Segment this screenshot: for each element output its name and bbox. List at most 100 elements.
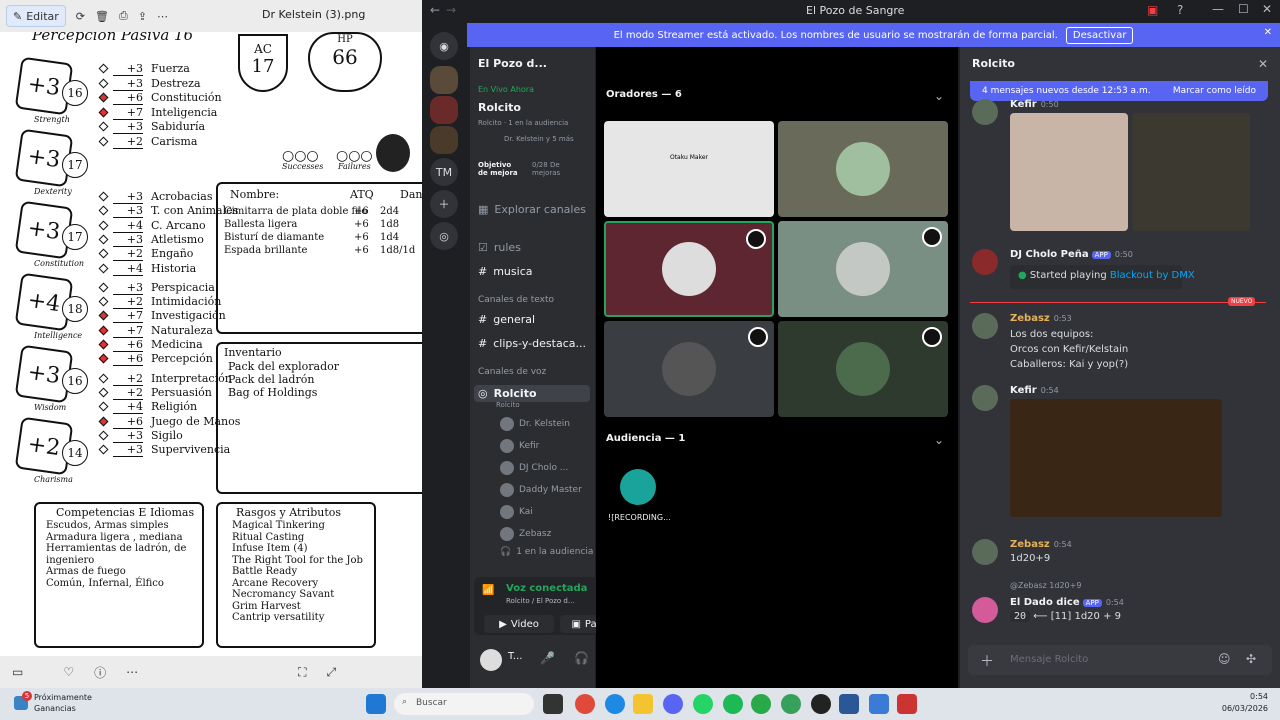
help-icon[interactable]: ?	[1177, 3, 1183, 17]
taskbar-search[interactable]: ⌕ Buscar	[394, 693, 534, 715]
skill-row: +3 Sigilo	[98, 429, 183, 443]
skill-name: Investigación	[151, 309, 226, 323]
spotify-icon[interactable]	[723, 694, 743, 714]
attach-plus-icon[interactable]: ＋	[980, 651, 994, 671]
app-icon-2[interactable]	[781, 694, 801, 714]
server-name-label: El Pozo d...	[478, 57, 547, 70]
voice-user[interactable]: DJ Cholo ...	[500, 461, 568, 475]
forward-arrow-icon[interactable]: →	[446, 3, 456, 17]
ability-score-value: 17	[62, 224, 88, 250]
speaker-tile-2[interactable]	[778, 121, 948, 217]
voice-connected-label[interactable]: Voz conectada	[506, 583, 587, 594]
proficiency-diamond-icon	[98, 121, 109, 132]
speaker-tile-5[interactable]	[604, 321, 774, 417]
collapse-speakers-icon[interactable]: ⌄	[934, 89, 944, 103]
discord-taskbar-icon[interactable]	[663, 694, 683, 714]
app-icon-1[interactable]	[751, 694, 771, 714]
close-window-icon[interactable]: ✕	[1262, 2, 1272, 16]
headset-icon[interactable]: 🎧	[574, 651, 589, 665]
audience-avatar[interactable]	[620, 469, 656, 505]
app-icon-4[interactable]	[839, 694, 859, 714]
fit-icon[interactable]: ⛶	[298, 665, 306, 680]
task-view-icon[interactable]	[543, 694, 563, 714]
server-icon-1[interactable]	[430, 66, 458, 94]
disable-streamer-button[interactable]: Desactivar	[1065, 26, 1134, 44]
print-icon[interactable]: ⎙	[119, 5, 128, 27]
video-button[interactable]: ▶ Video	[484, 615, 554, 633]
voice-user[interactable]: Daddy Master	[500, 483, 582, 497]
speaker-tile-4[interactable]	[778, 221, 948, 317]
voice-user[interactable]: Dr. Kelstein	[500, 417, 570, 431]
app-icon-5[interactable]	[897, 694, 917, 714]
collapse-audience-icon[interactable]: ⌄	[934, 433, 944, 447]
minimize-icon[interactable]: —	[1212, 2, 1224, 16]
ability-name: Wisdom	[34, 403, 67, 412]
channel-general[interactable]: # general	[478, 313, 535, 326]
edit-button[interactable]: ✎ Editar	[6, 5, 66, 27]
voice-user[interactable]: Zebasz	[500, 527, 551, 541]
add-server-icon[interactable]: ＋	[430, 190, 458, 218]
fullscreen-icon[interactable]: ⤢	[327, 665, 337, 680]
photos-icon[interactable]	[869, 694, 889, 714]
live-channel-name[interactable]: Rolcito	[478, 101, 521, 114]
clock-time[interactable]: 0:54	[1222, 692, 1268, 701]
ability-name: Constitution	[34, 259, 85, 268]
mic-icon[interactable]: 🎤	[540, 651, 555, 665]
discord-home-icon[interactable]: ◉	[430, 32, 458, 60]
message-input[interactable]: ＋ Mensaje Rolcito ☺ ✣	[968, 645, 1272, 675]
close-banner-icon[interactable]: ✕	[1264, 27, 1272, 38]
filmstrip-icon[interactable]: ▭	[12, 665, 23, 679]
attachment-image[interactable]	[1010, 113, 1128, 231]
chrome-icon[interactable]	[575, 694, 595, 714]
audience-count[interactable]: 🎧 1 en la audiencia	[500, 547, 593, 557]
share-icon[interactable]: ⇪	[138, 5, 147, 27]
voice-user[interactable]: Kefir	[500, 439, 539, 453]
song-link[interactable]: Blackout by DMX	[1110, 270, 1195, 281]
server-icon-3[interactable]	[430, 126, 458, 154]
favorite-icon[interactable]: ♡	[63, 665, 74, 679]
speaker-tile-6[interactable]	[778, 321, 948, 417]
delete-icon[interactable]: 🗑	[95, 5, 109, 27]
voice-user[interactable]: Kai	[500, 505, 533, 519]
weapon-name: Espada brillante	[224, 245, 308, 256]
info-icon[interactable]: ⓘ	[94, 664, 106, 681]
channel-musica[interactable]: # musica	[478, 265, 532, 278]
channel-clips[interactable]: # clips-y-destaca...	[478, 337, 586, 350]
server-icon-2[interactable]	[430, 96, 458, 124]
discord-titlebar: ← → El Pozo de Sangre ▣ ? — ☐ ✕	[422, 0, 1280, 22]
message-placeholder: Mensaje Rolcito	[1010, 654, 1089, 665]
voice-category[interactable]: Canales de voz	[478, 367, 546, 377]
proficiency-item: Herramientas de ladrón, de	[46, 543, 187, 554]
server-name[interactable]: El Pozo d...	[478, 57, 547, 70]
maximize-icon[interactable]: ☐	[1238, 2, 1249, 16]
voice-channel-rolcito[interactable]: ◎ Rolcito	[474, 385, 590, 402]
back-arrow-icon[interactable]: ←	[430, 3, 440, 17]
skill-row: +3 Atletismo	[98, 233, 204, 247]
more-icon[interactable]: ⋯	[157, 5, 168, 27]
more-icon[interactable]: ⋯	[126, 665, 138, 679]
speaker-tile-3[interactable]	[604, 221, 774, 317]
text-category[interactable]: Canales de texto	[478, 295, 554, 305]
app-icon-3[interactable]	[811, 694, 831, 714]
emoji-icon[interactable]: ☺	[1218, 652, 1231, 666]
rotate-icon[interactable]: ⟳	[76, 5, 85, 27]
clock-date[interactable]: 06/03/2026	[1214, 704, 1268, 713]
explore-servers-icon[interactable]: ◎	[430, 222, 458, 250]
server-icon-tm[interactable]: TM	[430, 158, 458, 186]
inbox-icon[interactable]: ▣	[1147, 3, 1158, 17]
edge-icon[interactable]	[605, 694, 625, 714]
attachment-image[interactable]	[1010, 399, 1222, 517]
apps-icon[interactable]: ✣	[1246, 652, 1256, 666]
channel-rules[interactable]: ☑ rules	[478, 241, 521, 254]
new-messages-bar[interactable]: 4 mensajes nuevos desde 12:53 a.m. Marca…	[970, 81, 1268, 101]
explore-channels[interactable]: ▦ Explorar canales	[478, 203, 586, 216]
whatsapp-icon[interactable]	[693, 694, 713, 714]
explorer-icon[interactable]	[633, 694, 653, 714]
reply-preview[interactable]: @Zebasz 1d20+9	[1010, 581, 1081, 590]
speaker-tile-1[interactable]: Otaku Maker	[604, 121, 774, 217]
close-chat-icon[interactable]: ✕	[1258, 57, 1268, 71]
mark-read-button[interactable]: Marcar como leído	[1173, 86, 1256, 96]
user-avatar[interactable]	[480, 649, 502, 671]
start-icon[interactable]	[366, 694, 386, 714]
attachment-image[interactable]	[1132, 113, 1250, 231]
